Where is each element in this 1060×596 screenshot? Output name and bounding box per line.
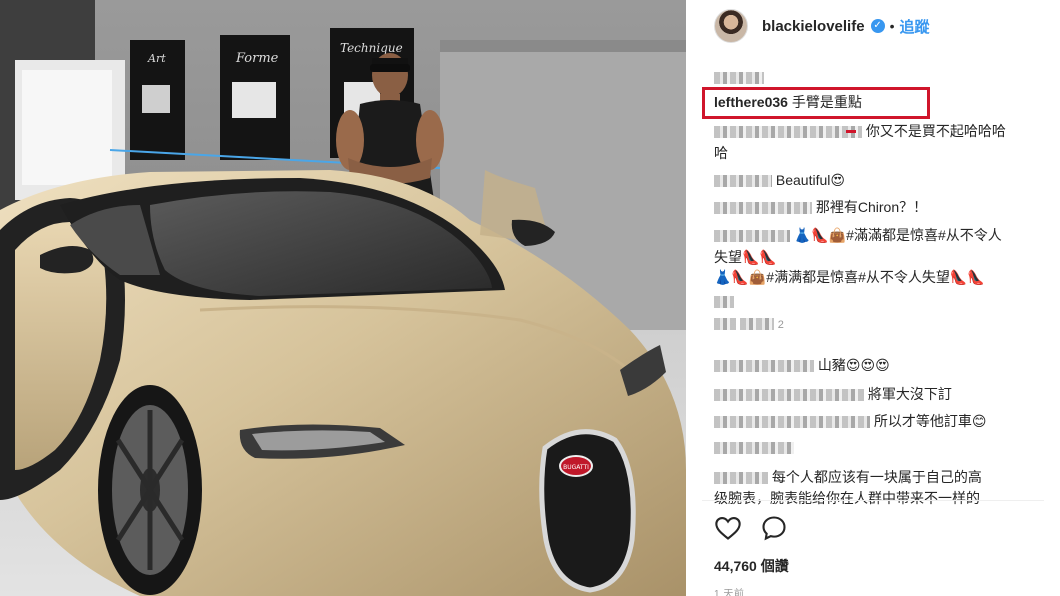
- comment-15: 每个人都应该有一块属于自己的高: [714, 466, 982, 488]
- post-username[interactable]: blackielovelife: [762, 18, 865, 35]
- divider: [702, 500, 1044, 501]
- comment-14: [714, 436, 794, 458]
- comment-13: 所以才等他訂車😊: [714, 410, 987, 432]
- follow-button[interactable]: 追蹤: [899, 16, 929, 37]
- separator-dot: •: [889, 18, 895, 34]
- blurred-username: [714, 416, 870, 429]
- comment-text: 哈: [714, 145, 728, 161]
- heart-icon[interactable]: [714, 514, 742, 542]
- post-actions: [714, 514, 788, 542]
- comment-2: 你又不是買不起哈哈哈: [714, 120, 1006, 142]
- blurred-username: [714, 175, 772, 188]
- comment-text: 山豬😍😍😍: [817, 357, 890, 373]
- comment-text: 將軍大沒下訂: [867, 386, 952, 402]
- blurred-username: [714, 296, 734, 309]
- comment-4: Beautiful😍: [714, 169, 845, 191]
- comment-text: 失望👠👠: [714, 249, 777, 265]
- post-header: blackielovelife ✓ • 追蹤: [686, 0, 1060, 52]
- like-count[interactable]: 44,760 個讚: [714, 556, 789, 576]
- blurred-username: [714, 472, 768, 485]
- comment-0: [714, 66, 764, 88]
- blurred-username: [714, 202, 812, 215]
- comment-text: Beautiful😍: [775, 172, 845, 188]
- comment-2-cont: 哈: [714, 142, 728, 164]
- wall-sign-art: Art: [147, 52, 166, 65]
- blurred-username: [714, 389, 864, 402]
- comment-text: 手臂是重點: [791, 94, 862, 110]
- blurred-username: [714, 360, 814, 373]
- car-photo: Art Forme Technique BUGATTI: [0, 0, 686, 596]
- blurred-username: [714, 126, 862, 139]
- red-mark: [846, 130, 856, 133]
- comment-12: 將軍大沒下訂: [714, 383, 952, 405]
- comment-6: 👗👠👜#滿滿都是惊喜#从不令人: [714, 224, 1002, 246]
- comment-text: 所以才等他訂車😊: [873, 413, 987, 429]
- comment-text: 2: [777, 319, 784, 331]
- blurred-username: [714, 442, 794, 455]
- comment-9: [714, 290, 734, 312]
- comment-icon[interactable]: [760, 514, 788, 542]
- post-sidebar: blackielovelife ✓ • 追蹤 lefthere036 手臂是重點…: [686, 0, 1060, 596]
- blurred-username: [714, 72, 764, 85]
- verified-badge-icon: ✓: [870, 19, 885, 33]
- comment-11: 山豬😍😍😍: [714, 354, 890, 376]
- blurred-username: [714, 230, 790, 243]
- comment-10: 2: [714, 312, 784, 336]
- bugatti-badge: BUGATTI: [563, 464, 589, 471]
- comment-text: 每个人都应该有一块属于自己的高: [771, 469, 982, 485]
- comment-username[interactable]: lefthere036: [714, 94, 788, 110]
- comment-text: 你又不是買不起哈哈哈: [865, 123, 1006, 139]
- wall-sign-forme: Forme: [235, 51, 279, 66]
- wall-sign-technique: Technique: [340, 41, 403, 55]
- comment-15-cont: 级腕表，腕表能给你在人群中带来不一样的: [714, 487, 980, 509]
- comment-6-cont: 失望👠👠: [714, 246, 777, 268]
- avatar[interactable]: [714, 9, 748, 43]
- blurred-text: [739, 318, 774, 331]
- post-photo[interactable]: Art Forme Technique BUGATTI: [0, 0, 686, 596]
- comment-highlighted: lefthere036 手臂是重點: [714, 91, 862, 113]
- comment-text: 那裡有Chiron？！: [815, 199, 928, 215]
- comment-text: 👗👠👜#滿滿都是惊喜#从不令人: [793, 227, 1002, 243]
- comment-text: 级腕表，腕表能给你在人群中带来不一样的: [714, 490, 980, 506]
- blurred-username: [714, 318, 736, 331]
- comment-8: 👗👠👜#满满都是惊喜#从不令人失望👠👠: [714, 266, 985, 288]
- comment-text: 👗👠👜#满满都是惊喜#从不令人失望👠👠: [714, 269, 985, 285]
- post-timestamp: 1 天前: [714, 589, 745, 596]
- comment-5: 那裡有Chiron？！: [714, 196, 927, 218]
